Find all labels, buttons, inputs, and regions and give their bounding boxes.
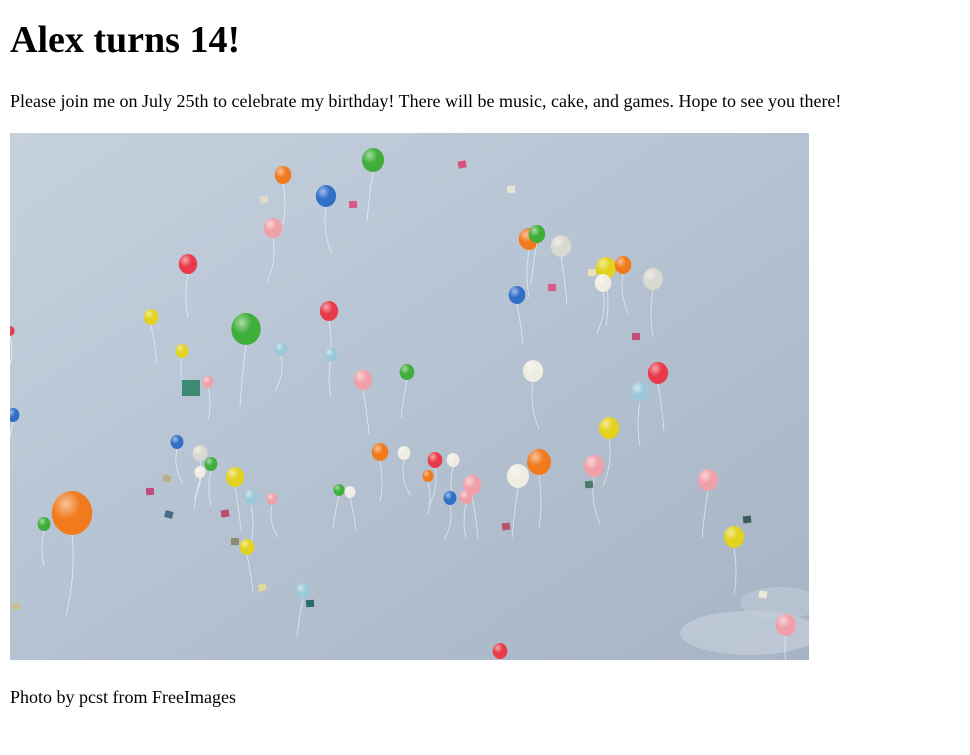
paper-tag-icon <box>758 590 768 599</box>
paper-tag-icon <box>348 200 358 209</box>
photo-credit: Photo by pcst from FreeImages <box>10 687 236 707</box>
paper-tag-icon <box>230 537 240 546</box>
paper-tag-icon <box>587 268 597 277</box>
balloons-photo-image <box>10 133 809 660</box>
paper-sign-icon <box>182 380 200 396</box>
paper-tag-icon <box>547 283 557 292</box>
paper-tag-icon <box>584 480 594 489</box>
paper-tag-icon <box>145 487 155 496</box>
paper-tag-icon <box>506 185 516 194</box>
paper-tag-icon <box>742 515 752 524</box>
balloons-photo <box>10 133 809 660</box>
paper-tag-icon <box>501 522 511 531</box>
paper-tag-icon <box>220 509 230 518</box>
paper-tag-icon <box>259 195 269 204</box>
invitation-text: Please join me on July 25th to celebrate… <box>10 91 842 111</box>
paper-tag-icon <box>305 599 315 608</box>
paper-tag-icon <box>631 332 641 341</box>
page: Alex turns 14! Please join me on July 25… <box>0 0 970 707</box>
